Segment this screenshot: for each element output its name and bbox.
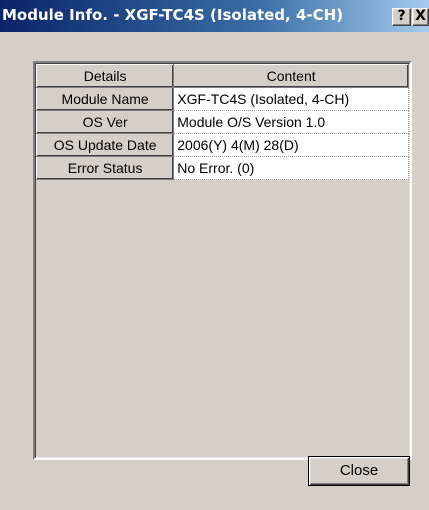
module-info-grid: Details Content Module Name XGF-TC4S (Is…	[33, 61, 412, 460]
help-button[interactable]: ?	[392, 8, 411, 26]
table-row: OS Update Date 2006(Y) 4(M) 28(D)	[35, 133, 409, 157]
row-label-module-name: Module Name	[35, 87, 175, 111]
close-button[interactable]: Close	[308, 456, 410, 486]
table-row: Error Status No Error. (0)	[35, 156, 409, 180]
os-update-date-value[interactable]: 2006(Y) 4(M) 28(D)	[173, 133, 409, 157]
module-info-dialog: Module Info. - XGF-TC4S (Isolated, 4-CH)…	[0, 0, 429, 510]
column-header-content[interactable]: Content	[173, 64, 409, 88]
header-row: Details Content	[35, 64, 409, 88]
close-window-icon[interactable]: X	[412, 8, 429, 26]
table-row: OS Ver Module O/S Version 1.0	[35, 110, 409, 134]
table-row: Module Name XGF-TC4S (Isolated, 4-CH)	[35, 87, 409, 111]
column-header-details[interactable]: Details	[35, 64, 175, 88]
row-label-error-status: Error Status	[35, 156, 175, 180]
module-name-value[interactable]: XGF-TC4S (Isolated, 4-CH)	[173, 87, 409, 111]
row-label-os-ver: OS Ver	[35, 110, 175, 134]
row-label-os-update-date: OS Update Date	[35, 133, 175, 157]
window-title: Module Info. - XGF-TC4S (Isolated, 4-CH)	[2, 6, 344, 24]
grid-area: Details Content Module Name XGF-TC4S (Is…	[35, 63, 410, 458]
info-table: Details Content Module Name XGF-TC4S (Is…	[35, 64, 409, 180]
error-status-value[interactable]: No Error. (0)	[173, 156, 409, 180]
os-ver-value[interactable]: Module O/S Version 1.0	[173, 110, 409, 134]
title-bar[interactable]: Module Info. - XGF-TC4S (Isolated, 4-CH)…	[0, 0, 429, 32]
